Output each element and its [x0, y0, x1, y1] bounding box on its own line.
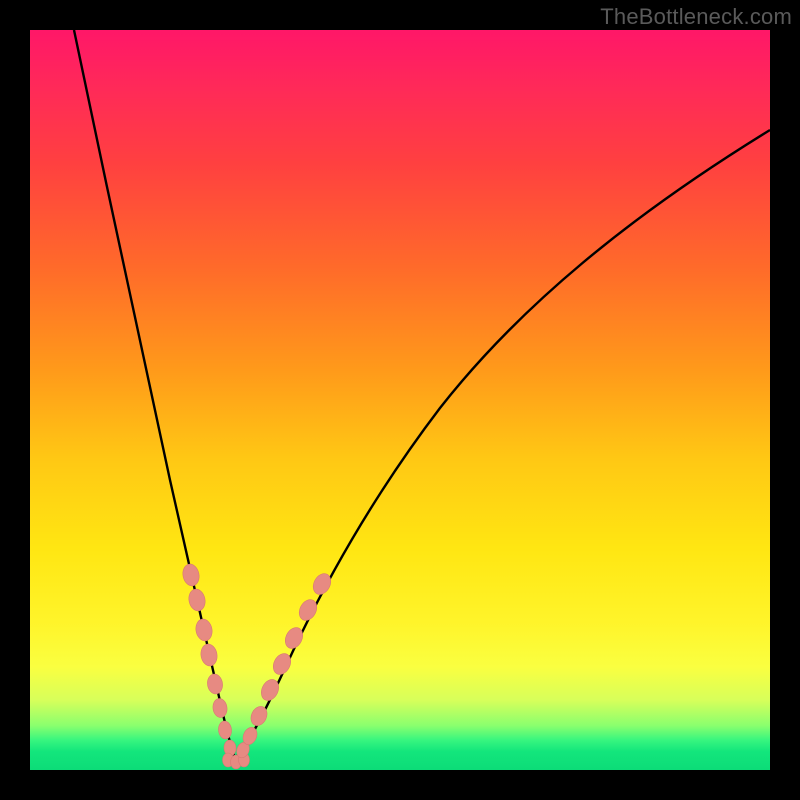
bead-right	[296, 597, 320, 624]
chart-frame: TheBottleneck.com	[0, 0, 800, 800]
bead-left	[218, 720, 233, 739]
beads-group	[181, 563, 334, 769]
watermark-text: TheBottleneck.com	[600, 4, 792, 30]
chart-svg	[30, 30, 770, 770]
curve-right	[235, 130, 770, 758]
bead-right	[282, 625, 306, 652]
bead-left	[206, 673, 224, 695]
bead-left	[181, 563, 201, 588]
bead-left	[194, 618, 214, 643]
plot-area	[30, 30, 770, 770]
bead-left	[212, 698, 229, 719]
bead-left	[187, 588, 207, 613]
bead-right	[310, 571, 334, 598]
bead-left	[199, 643, 219, 667]
